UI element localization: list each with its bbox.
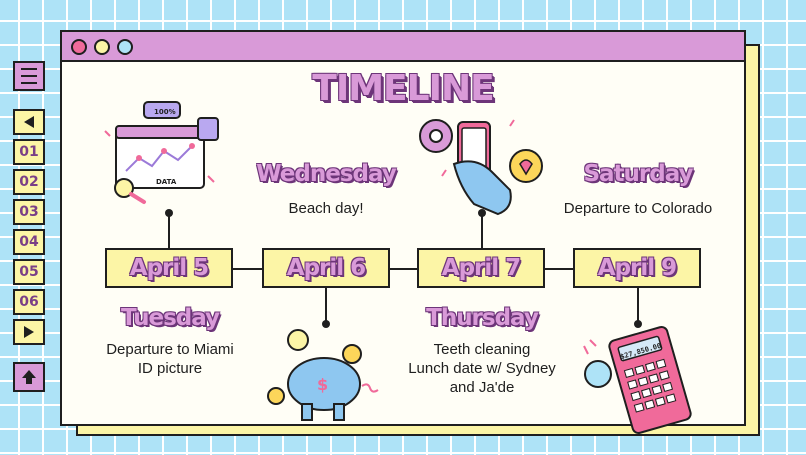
arrow-up-icon — [22, 370, 36, 384]
event-description-wednesday: Beach day! — [240, 199, 412, 218]
event-line: Lunch date w/ Sydney — [408, 360, 556, 377]
day-wednesday: Wednesday — [256, 161, 397, 187]
home-button[interactable] — [13, 362, 45, 392]
page-05-button[interactable]: 05 — [13, 259, 45, 285]
date-box-april-6: April 6 — [262, 248, 390, 288]
date-box-april-5: April 5 — [105, 248, 233, 288]
prev-button[interactable] — [13, 109, 45, 135]
close-dot[interactable] — [71, 39, 87, 55]
page-03-button[interactable]: 03 — [13, 199, 45, 225]
date-box-april-9: April 9 — [573, 248, 701, 288]
piggy-bank-illustration: $ — [267, 329, 379, 421]
chart-label: DATA — [156, 178, 177, 186]
minimize-dot[interactable] — [94, 39, 110, 55]
event-description-thursday: Teeth cleaning Lunch date w/ Sydney and … — [387, 340, 577, 397]
event-line: Departure to Colorado — [563, 200, 713, 217]
window-titlebar — [62, 32, 744, 62]
day-tuesday: Tuesday — [120, 305, 220, 331]
svg-text:$: $ — [317, 375, 328, 394]
event-description-saturday: Departure to Colorado — [540, 199, 736, 218]
page-04-button[interactable]: 04 — [13, 229, 45, 255]
arrow-right-icon — [24, 326, 34, 338]
next-button[interactable] — [13, 319, 45, 345]
day-thursday: Thursday — [426, 305, 539, 331]
data-chart-illustration: DATA 100% — [104, 101, 219, 204]
phone-chat-illustration — [419, 119, 543, 216]
event-line: Beach day! — [288, 200, 364, 217]
page-06-button[interactable]: 06 — [13, 289, 45, 315]
event-description-tuesday: Departure to Miami ID picture — [80, 340, 260, 378]
event-line: and Ja'de — [449, 379, 515, 396]
day-saturday: Saturday — [583, 161, 693, 187]
connector — [168, 213, 170, 249]
chart-percent: 100% — [154, 108, 176, 116]
connector — [637, 288, 639, 324]
connector — [325, 288, 327, 324]
calculator-illustration: $27,850.00 — [583, 326, 692, 434]
event-line: Teeth cleaning — [433, 341, 531, 358]
page-01-button[interactable]: 01 — [13, 139, 45, 165]
date-box-april-7: April 7 — [417, 248, 545, 288]
page-02-button[interactable]: 02 — [13, 169, 45, 195]
maximize-dot[interactable] — [117, 39, 133, 55]
event-line: Departure to Miami — [106, 341, 234, 358]
event-line: ID picture — [137, 360, 203, 377]
connector-dot — [165, 209, 173, 217]
arrow-left-icon — [24, 116, 34, 128]
